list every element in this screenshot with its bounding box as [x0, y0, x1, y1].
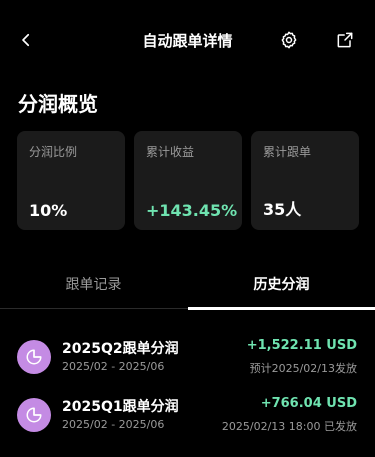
row-status: 2025/02/13 18:00 已发放 — [221, 420, 357, 433]
tab-history-profit[interactable]: 历史分润 — [188, 274, 375, 294]
tab-bar: 跟单记录 历史分润 — [0, 274, 375, 310]
row-amount: +1,522.11 USD — [246, 338, 357, 353]
total-return-card: 累计收益 +143.45% — [134, 131, 242, 230]
row-title: 2025Q1跟单分润 — [62, 399, 179, 415]
overview-title: 分润概览 — [18, 92, 98, 116]
pie-chart-icon — [17, 340, 51, 374]
card-value: 35人 — [263, 200, 302, 219]
card-label: 累计跟单 — [263, 145, 312, 159]
share-icon[interactable] — [331, 26, 359, 54]
row-status: 预计2025/02/13发放 — [249, 362, 357, 375]
row-date-range: 2025/02 - 2025/06 — [62, 418, 165, 431]
row-amount: +766.04 USD — [260, 396, 357, 411]
card-label: 累计收益 — [146, 145, 195, 159]
profit-share-card: 分润比例 10% — [17, 131, 125, 230]
history-list: 2025Q2跟单分润 2025/02 - 2025/06 +1,522.11 U… — [0, 324, 375, 440]
gear-icon[interactable] — [275, 26, 303, 54]
top-bar: 自动跟单详情 — [0, 18, 375, 62]
list-item[interactable]: 2025Q2跟单分润 2025/02 - 2025/06 +1,522.11 U… — [0, 324, 375, 382]
tab-copy-records[interactable]: 跟单记录 — [0, 274, 187, 294]
overview-cards: 分润比例 10% 累计收益 +143.45% 累计跟单 35人 — [17, 131, 359, 230]
row-title: 2025Q2跟单分润 — [62, 341, 179, 357]
followers-card: 累计跟单 35人 — [251, 131, 359, 230]
card-label: 分润比例 — [29, 145, 78, 159]
row-date-range: 2025/02 - 2025/06 — [62, 360, 165, 373]
list-item[interactable]: 2025Q1跟单分润 2025/02 - 2025/06 +766.04 USD… — [0, 382, 375, 440]
pie-chart-icon — [17, 398, 51, 432]
page-title: 自动跟单详情 — [142, 32, 233, 50]
active-tab-indicator — [188, 307, 375, 310]
card-value: +143.45% — [146, 201, 238, 220]
card-value: 10% — [29, 201, 68, 220]
